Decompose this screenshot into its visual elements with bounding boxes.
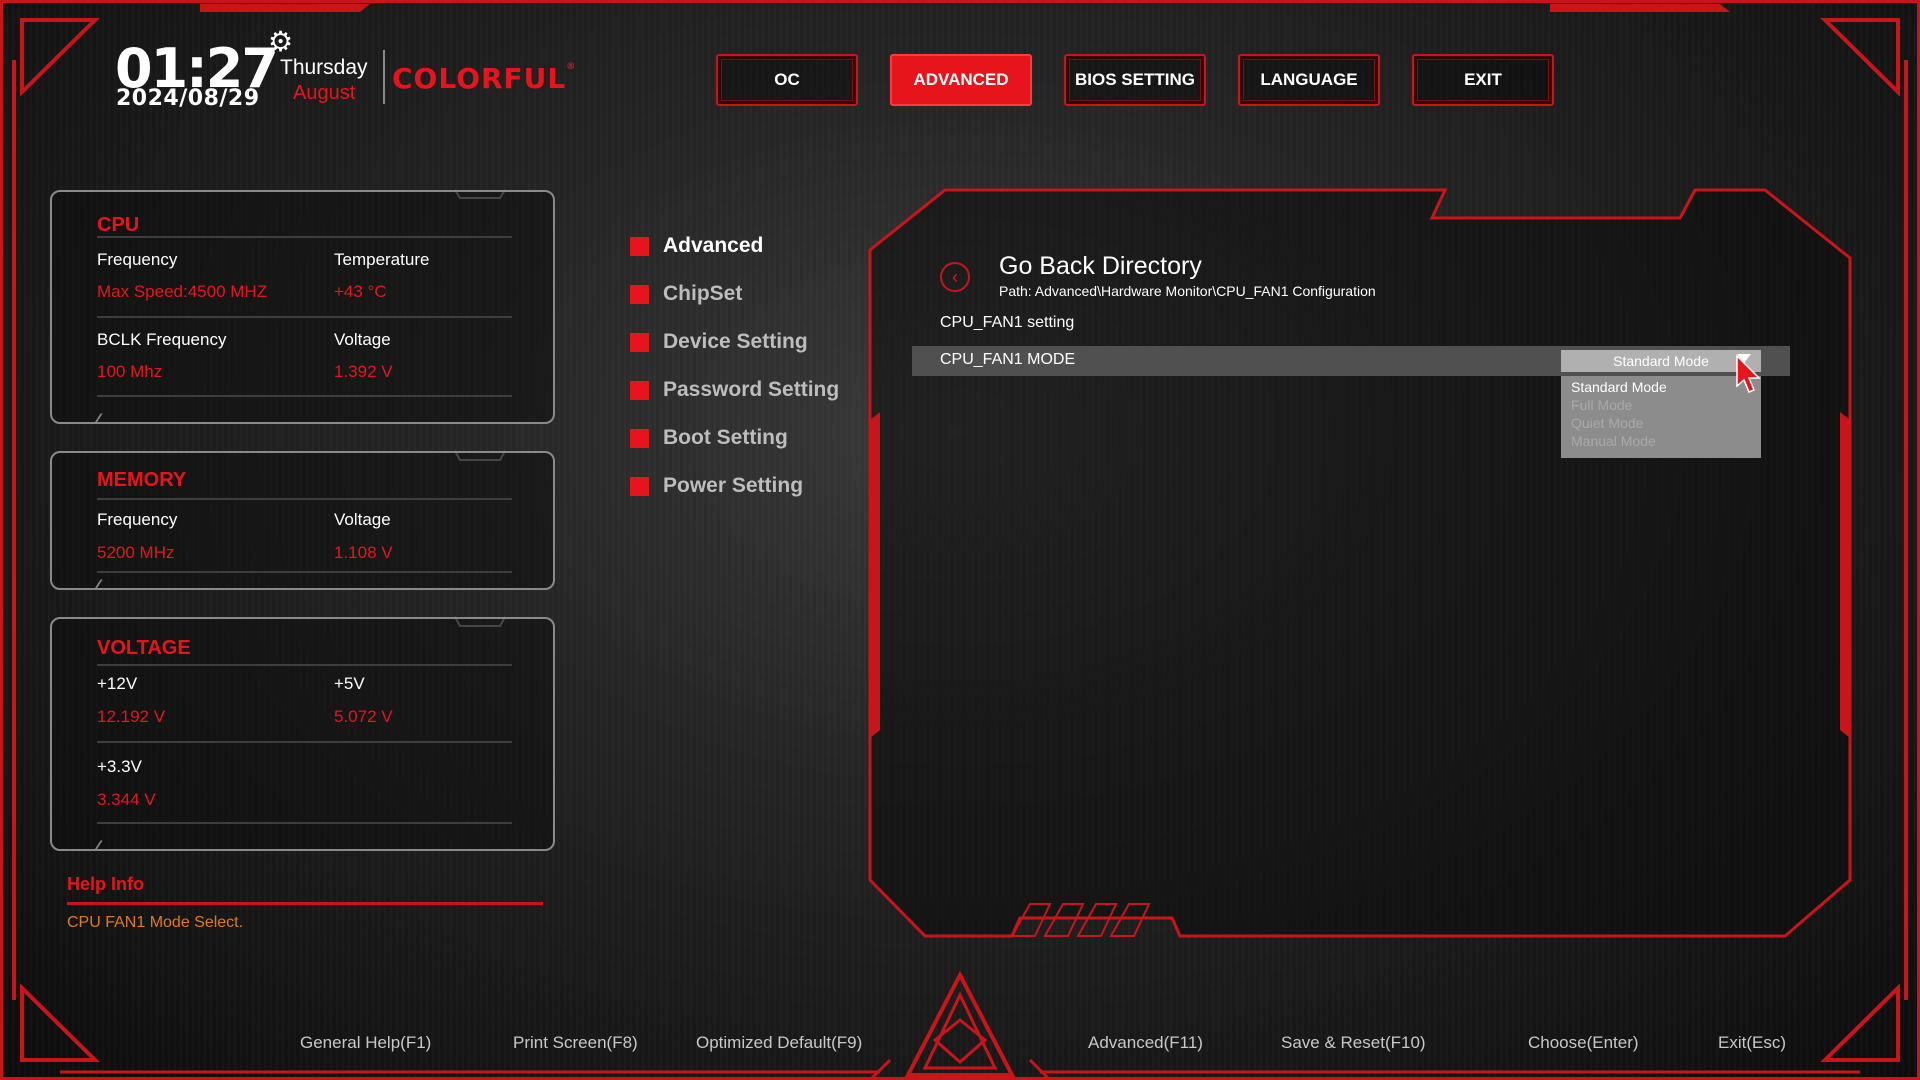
- v33-value: 3.344 V: [97, 790, 156, 809]
- back-arrow-icon[interactable]: ‹: [940, 262, 970, 292]
- help-text: CPU FAN1 Mode Select.: [67, 914, 244, 931]
- menu-item-boot-setting[interactable]: Boot Setting: [630, 426, 788, 450]
- cpu-temperature-value: +43 °C: [334, 282, 387, 301]
- option-full-mode[interactable]: Full Mode: [1571, 396, 1751, 414]
- voltage-title: VOLTAGE: [97, 637, 191, 659]
- section-label: CPU_FAN1 setting: [940, 314, 1075, 331]
- hotkey-general-help[interactable]: General Help(F1): [300, 1033, 431, 1053]
- memory-frequency-label: Frequency: [97, 510, 178, 529]
- v33-label: +3.3V: [97, 757, 142, 776]
- v5-label: +5V: [334, 674, 365, 693]
- month: August: [293, 82, 356, 104]
- square-bullet-icon: [630, 284, 649, 304]
- hotkey-exit[interactable]: Exit(Esc): [1718, 1033, 1786, 1053]
- divider: [97, 498, 512, 500]
- divider: [97, 395, 512, 397]
- v12-value: 12.192 V: [97, 707, 166, 726]
- weekday: Thursday: [280, 56, 368, 79]
- setting-row-cpu-fan1-mode[interactable]: CPU_FAN1 MODE Standard Mode: [912, 346, 1790, 376]
- help-divider: [67, 902, 543, 905]
- fan-mode-select[interactable]: Standard Mode: [1561, 350, 1761, 372]
- memory-voltage-value: 1.108 V: [334, 543, 393, 562]
- hotkey-save-reset[interactable]: Save & Reset(F10): [1281, 1033, 1426, 1053]
- menu-item-device-setting[interactable]: Device Setting: [630, 330, 808, 354]
- divider: [97, 822, 512, 824]
- cpu-voltage-value: 1.392 V: [334, 362, 393, 381]
- help-title: Help Info: [67, 874, 144, 894]
- square-bullet-icon: [630, 476, 649, 496]
- menu-item-advanced[interactable]: Advanced: [630, 234, 763, 258]
- tab-language[interactable]: LANGUAGE: [1238, 54, 1380, 106]
- panel-decoration: ⁄⁄⁄: [97, 576, 100, 592]
- go-back-directory[interactable]: Go Back Directory: [999, 252, 1202, 281]
- cpu-panel: CPU Frequency Max Speed:4500 MHZ Tempera…: [50, 190, 555, 426]
- option-quiet-mode[interactable]: Quiet Mode: [1571, 414, 1751, 432]
- menu-item-power-setting[interactable]: Power Setting: [630, 474, 803, 498]
- menu-item-chipset[interactable]: ChipSet: [630, 282, 742, 306]
- cpu-bclk-value: 100 Mhz: [97, 362, 163, 381]
- menu-item-password-setting[interactable]: Password Setting: [630, 378, 839, 402]
- clock-date: 2024/08/29: [116, 86, 260, 111]
- square-bullet-icon: [630, 428, 649, 448]
- option-manual-mode[interactable]: Manual Mode: [1571, 432, 1751, 450]
- option-standard-mode[interactable]: Standard Mode: [1571, 378, 1751, 396]
- square-bullet-icon: [630, 332, 649, 352]
- v5-value: 5.072 V: [334, 707, 393, 726]
- hotkey-advanced[interactable]: Advanced(F11): [1088, 1033, 1203, 1053]
- memory-frequency-value: 5200 MHz: [97, 543, 175, 562]
- tab-bios-setting[interactable]: BIOS SETTING: [1064, 54, 1206, 106]
- fan-mode-dropdown: Standard Mode Full Mode Quiet Mode Manua…: [1561, 376, 1761, 458]
- brand-logo: COLORFUL®: [392, 62, 577, 95]
- cpu-bclk-label: BCLK Frequency: [97, 330, 227, 349]
- square-bullet-icon: [630, 380, 649, 400]
- hotkey-choose[interactable]: Choose(Enter): [1528, 1033, 1639, 1053]
- tab-advanced[interactable]: ADVANCED: [890, 54, 1032, 106]
- memory-panel: MEMORY Frequency 5200 MHz Voltage 1.108 …: [50, 451, 555, 592]
- divider: [97, 571, 512, 573]
- top-navigation: OC ADVANCED BIOS SETTING LANGUAGE EXIT: [716, 54, 1554, 106]
- header-separator: [383, 50, 385, 104]
- hotkey-optimized-default[interactable]: Optimized Default(F9): [696, 1033, 862, 1053]
- divider: [97, 316, 512, 318]
- tab-exit[interactable]: EXIT: [1412, 54, 1554, 106]
- divider: [97, 741, 512, 743]
- cpu-temperature-label: Temperature: [334, 250, 430, 269]
- memory-voltage-label: Voltage: [334, 510, 391, 529]
- cpu-voltage-label: Voltage: [334, 330, 391, 349]
- mouse-cursor-icon: [1736, 354, 1761, 393]
- hotkey-print-screen[interactable]: Print Screen(F8): [513, 1033, 638, 1053]
- cpu-frequency-label: Frequency: [97, 250, 178, 269]
- tab-oc[interactable]: OC: [716, 54, 858, 106]
- cpu-title: CPU: [97, 214, 140, 236]
- setting-label: CPU_FAN1 MODE: [940, 351, 1076, 368]
- panel-decoration: ⁄⁄⁄: [97, 410, 100, 426]
- memory-title: MEMORY: [97, 469, 187, 491]
- cpu-frequency-value: Max Speed:4500 MHZ: [97, 282, 268, 301]
- voltage-panel: VOLTAGE +12V 12.192 V +5V 5.072 V +3.3V …: [50, 617, 555, 853]
- divider: [97, 664, 512, 666]
- breadcrumb-path: Path: Advanced\Hardware Monitor\CPU_FAN1…: [999, 283, 1376, 299]
- gear-icon[interactable]: ⚙: [268, 28, 293, 56]
- emblem-icon: [868, 970, 1052, 1080]
- square-bullet-icon: [630, 236, 649, 256]
- panel-decoration: ⁄⁄⁄: [97, 837, 100, 853]
- divider: [97, 236, 512, 238]
- v12-label: +12V: [97, 674, 138, 693]
